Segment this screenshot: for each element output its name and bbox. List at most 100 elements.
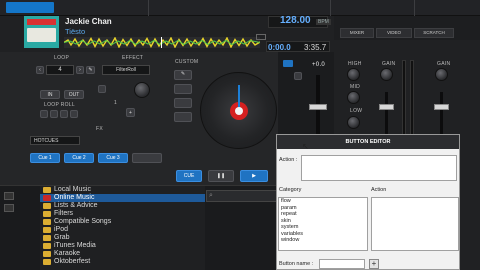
jog-needle	[238, 85, 240, 109]
search-icon: ⌕	[209, 192, 213, 199]
loop-in-button[interactable]: IN	[40, 90, 60, 99]
gain-label-right: GAIN	[437, 61, 451, 67]
pitch-up-button[interactable]	[294, 72, 302, 80]
play-pause-button[interactable]: ❚❚	[208, 170, 234, 182]
tree-item[interactable]: Compatible Songs	[40, 218, 205, 226]
loop-settings-icon[interactable]: ✎	[86, 66, 95, 74]
tree-item-label: Oktoberfest	[54, 258, 91, 265]
tree-item-label: Lists & Advice	[54, 202, 98, 209]
cue-4-button[interactable]	[132, 153, 162, 163]
custom-button-1[interactable]: ✎	[174, 70, 192, 80]
category-label: Category	[279, 187, 302, 193]
tree-item[interactable]: Local Music	[40, 186, 205, 194]
effect-select[interactable]: FilterRoll	[102, 65, 150, 75]
action-list[interactable]	[371, 197, 459, 251]
tree-item[interactable]: Filters	[40, 210, 205, 218]
loop-roll-2[interactable]	[50, 110, 58, 118]
action-column-label: Action	[371, 187, 387, 193]
cue-button[interactable]: CUE	[176, 170, 202, 182]
gain-knob-right[interactable]	[435, 68, 448, 81]
top-bar	[0, 0, 480, 16]
category-list[interactable]: flow param repeat skin system variables window	[278, 197, 368, 251]
loop-roll-3[interactable]	[60, 110, 68, 118]
tab-video[interactable]: VIDEO	[376, 28, 412, 38]
custom-button-3[interactable]	[174, 98, 192, 108]
eq-mid-label: MID	[350, 84, 361, 90]
pfx-label: FX	[96, 126, 103, 132]
track-artist: Jackie Chan	[65, 17, 112, 26]
folder-icon	[43, 259, 51, 265]
search-input[interactable]: ⌕	[206, 190, 278, 202]
pitch-lock-icon[interactable]	[283, 60, 293, 67]
effect-prev-button[interactable]	[98, 85, 106, 93]
loop-roll-4[interactable]	[70, 110, 78, 118]
cue-2-button[interactable]: Cue 2	[64, 153, 94, 163]
cue-3-button[interactable]: Cue 3	[98, 153, 128, 163]
tree-item-label: iPod	[54, 226, 69, 233]
tree-item-label: Karaoke	[54, 250, 81, 257]
cue-1-button[interactable]: Cue 1	[30, 153, 60, 163]
tab-scratch[interactable]: SCRATCH	[414, 28, 454, 38]
action-field[interactable]	[301, 155, 457, 181]
effect-knob[interactable]	[134, 82, 150, 98]
tree-item[interactable]: Grab	[40, 234, 205, 242]
pitch-slider[interactable]	[309, 104, 327, 110]
top-divider	[330, 0, 331, 16]
folder-icon	[43, 203, 51, 209]
sidebar-view-icon[interactable]	[4, 204, 14, 212]
category-item[interactable]: window	[279, 237, 367, 244]
loop-roll-label: LOOP ROLL	[44, 102, 75, 108]
tree-item[interactable]: Online Music	[40, 194, 205, 202]
waveform[interactable]	[64, 37, 260, 48]
folder-tree[interactable]: Local Music Online Music Lists & Advice Fil…	[40, 186, 205, 270]
effect-add-button[interactable]: +	[126, 108, 135, 117]
effect-label: EFFECT	[122, 55, 144, 61]
button-editor-dialog: BUTTON EDITOR Action : Category Action f…	[276, 134, 460, 270]
volume-fader-left[interactable]	[379, 104, 394, 110]
eq-mid-knob[interactable]	[347, 91, 360, 104]
eq-high-knob[interactable]	[347, 68, 360, 81]
jog-wheel[interactable]	[200, 72, 277, 149]
elapsed-time: 0:00.0	[268, 43, 291, 52]
tab-mixer[interactable]: MIXER	[340, 28, 374, 38]
track-title: Tiësto	[65, 27, 86, 36]
tree-item-label: Local Music	[54, 186, 91, 193]
button-name-label: Button name :	[279, 261, 314, 267]
custom-button-2[interactable]	[174, 84, 192, 94]
tree-item[interactable]: Lists & Advice	[40, 202, 205, 210]
loop-roll-1[interactable]	[40, 110, 48, 118]
remaining-time: 3:35.7	[304, 43, 327, 52]
tree-item[interactable]: Karaoke	[40, 250, 205, 258]
loop-half-button[interactable]: ‹	[36, 66, 44, 74]
folder-icon	[43, 219, 51, 225]
eq-low-knob[interactable]	[347, 116, 360, 129]
sync-button[interactable]: ▶	[240, 170, 268, 182]
jog-hub	[235, 107, 243, 115]
gain-knob-left[interactable]	[380, 68, 393, 81]
loop-label: LOOP	[54, 55, 70, 61]
tree-item-label: Filters	[54, 210, 74, 217]
app-logo[interactable]	[6, 2, 54, 13]
tree-item[interactable]: iTunes Media	[40, 242, 205, 250]
button-name-field[interactable]	[319, 259, 365, 269]
effect-param-label: 1	[114, 100, 118, 106]
folder-icon	[43, 243, 51, 249]
hotcues-select[interactable]: HOTCUES	[30, 136, 80, 145]
tree-item[interactable]: Oktoberfest	[40, 258, 205, 266]
pitch-value: +0.0	[312, 62, 326, 68]
loop-double-button[interactable]: ›	[76, 66, 84, 74]
top-divider	[148, 0, 149, 16]
loop-size: 4	[46, 65, 74, 75]
tree-item[interactable]: iPod	[40, 226, 205, 234]
add-button[interactable]: +	[369, 259, 379, 269]
eq-high-label: HIGH	[348, 61, 362, 67]
folder-icon	[43, 187, 51, 193]
key-icon[interactable]	[256, 34, 266, 40]
volume-fader-right[interactable]	[434, 104, 449, 110]
custom-button-4[interactable]	[174, 112, 192, 122]
folder-icon	[43, 211, 51, 217]
folder-icon	[43, 227, 51, 233]
sidebar-toggle-icon[interactable]	[4, 192, 14, 200]
tree-item-label: Grab	[54, 234, 70, 241]
loop-out-button[interactable]: OUT	[64, 90, 84, 99]
